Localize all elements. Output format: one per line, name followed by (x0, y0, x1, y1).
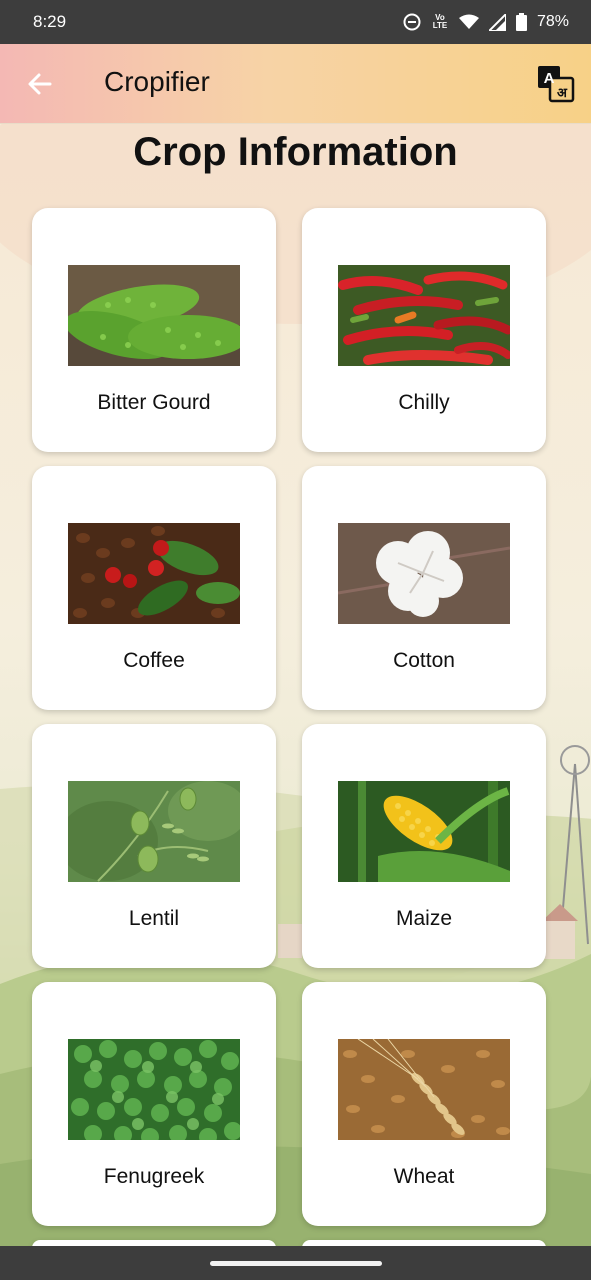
crop-label: Maize (395, 907, 453, 930)
fenugreek-image (68, 1039, 240, 1140)
translate-icon: A अ (538, 66, 575, 103)
crop-card-fenugreek[interactable]: Fenugreek (32, 982, 276, 1226)
back-button[interactable] (24, 68, 56, 100)
maize-image (338, 781, 510, 882)
arrow-left-icon (28, 73, 52, 95)
status-time: 8:29 (33, 12, 67, 31)
crop-card-coffee[interactable]: Coffee (32, 466, 276, 710)
crop-label: Lentil (128, 907, 180, 930)
crop-label: Cotton (393, 649, 455, 672)
crop-card-chilly[interactable]: Chilly (302, 208, 546, 452)
crop-card-wheat[interactable]: Wheat (302, 982, 546, 1226)
crop-card-maize[interactable]: Maize (302, 724, 546, 968)
signal-icon (488, 13, 506, 31)
status-icons: Vo LTE 78% (403, 13, 569, 31)
crop-card-bitter-gourd[interactable]: Bitter Gourd (32, 208, 276, 452)
app-title: Cropifier (104, 66, 210, 97)
app-bar: Cropifier A अ (0, 44, 591, 124)
lentil-image (68, 781, 240, 882)
home-handle[interactable] (210, 1261, 382, 1266)
crop-label: Bitter Gourd (97, 391, 211, 414)
coffee-image (68, 523, 240, 624)
crop-label: Fenugreek (103, 1165, 205, 1188)
crop-label: Wheat (393, 1165, 455, 1188)
status-bar: 8:29 Vo LTE 78% (0, 0, 591, 44)
navigation-bar (0, 1246, 591, 1280)
chilly-image (338, 265, 510, 366)
svg-text:अ: अ (557, 86, 568, 101)
wifi-icon (458, 14, 479, 30)
cotton-image (338, 523, 510, 624)
svg-text:A: A (544, 70, 555, 87)
wheat-image (338, 1039, 510, 1140)
do-not-disturb-icon (403, 13, 421, 31)
translate-button[interactable]: A अ (536, 64, 576, 104)
battery-percent: 78% (536, 13, 569, 30)
crop-card-lentil[interactable]: Lentil (32, 724, 276, 968)
crop-card-cotton[interactable]: Cotton (302, 466, 546, 710)
crop-label: Coffee (123, 649, 185, 672)
bitter-gourd-image (68, 265, 240, 366)
page-title: Crop Information (133, 130, 458, 174)
volte-icon: Vo LTE (432, 13, 448, 30)
battery-icon (515, 13, 527, 31)
crop-label: Chilly (398, 391, 450, 414)
